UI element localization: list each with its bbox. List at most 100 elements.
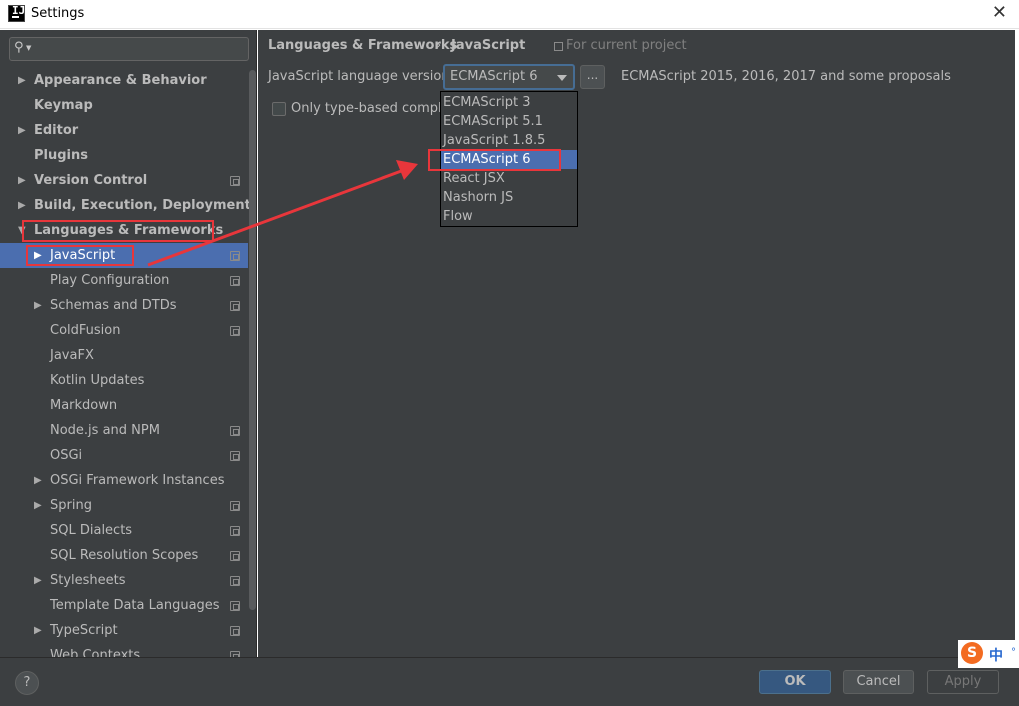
project-scope-icon bbox=[230, 526, 240, 536]
sidebar-item-sql-resolution-scopes[interactable]: SQL Resolution Scopes bbox=[0, 543, 248, 568]
chevron-down-icon bbox=[557, 75, 567, 81]
sidebar-item-label: Keymap bbox=[34, 98, 93, 113]
sidebar-item-label: Languages & Frameworks bbox=[34, 223, 224, 238]
tree-collapsed-icon[interactable]: ▶ bbox=[34, 468, 42, 493]
sidebar-item-stylesheets[interactable]: ▶ Stylesheets bbox=[0, 568, 248, 593]
project-scope-icon bbox=[230, 176, 240, 186]
sidebar-item-label: OSGi bbox=[50, 448, 83, 463]
sidebar-item-schemas-and-dtds[interactable]: ▶ Schemas and DTDs bbox=[0, 293, 248, 318]
sidebar-item-label: Kotlin Updates bbox=[50, 373, 145, 388]
help-button[interactable]: ? bbox=[15, 671, 39, 695]
language-version-select[interactable]: ECMAScript 6 bbox=[443, 64, 575, 90]
breadcrumb-parent: Languages & Frameworks bbox=[268, 38, 458, 53]
tree-collapsed-icon[interactable]: ▶ bbox=[34, 493, 42, 518]
sidebar-item-label: Markdown bbox=[50, 398, 118, 413]
sidebar-item-label: SQL Dialects bbox=[50, 523, 133, 538]
ime-mode-label: 中 bbox=[989, 648, 1003, 664]
settings-sidebar: ⚲ ▼ ▶ Appearance & Behavior Keymap ▶ Editor P… bbox=[0, 30, 257, 657]
tree-collapsed-icon[interactable]: ▶ bbox=[34, 243, 42, 268]
project-scope-icon bbox=[230, 326, 240, 336]
tree-expanded-icon[interactable]: ▼ bbox=[18, 218, 26, 243]
project-scope-icon bbox=[230, 426, 240, 436]
sidebar-item-markdown[interactable]: Markdown bbox=[0, 393, 248, 418]
search-icon: ⚲ bbox=[14, 40, 24, 55]
sidebar-item-label: Plugins bbox=[34, 148, 88, 163]
language-version-label: JavaScript language version bbox=[268, 69, 450, 84]
settings-tree: ▶ Appearance & Behavior Keymap ▶ Editor Plugi… bbox=[0, 68, 251, 657]
sidebar-item-kotlin-updates[interactable]: Kotlin Updates bbox=[0, 368, 248, 393]
sidebar-item-label: ColdFusion bbox=[50, 323, 121, 338]
sidebar-item-web-contexts[interactable]: Web Contexts bbox=[0, 643, 248, 657]
sidebar-item-spring[interactable]: ▶ Spring bbox=[0, 493, 248, 518]
sidebar-item-label: SQL Resolution Scopes bbox=[50, 548, 199, 563]
sidebar-item-version-control[interactable]: ▶ Version Control bbox=[0, 168, 248, 193]
project-scope-icon bbox=[230, 301, 240, 311]
sidebar-item-play-configuration[interactable]: Play Configuration bbox=[0, 268, 248, 293]
cancel-button[interactable]: Cancel bbox=[843, 670, 914, 694]
project-scope-icon bbox=[230, 451, 240, 461]
dropdown-option[interactable]: Nashorn JS bbox=[441, 188, 577, 207]
project-scope-icon bbox=[230, 501, 240, 511]
sidebar-item-coldfusion[interactable]: ColdFusion bbox=[0, 318, 248, 343]
sidebar-item-plugins[interactable]: Plugins bbox=[0, 143, 248, 168]
browse-libraries-button[interactable]: ... bbox=[580, 65, 605, 89]
apply-button[interactable]: Apply bbox=[927, 670, 999, 694]
sogou-logo-icon: S bbox=[961, 642, 983, 664]
sidebar-item-javafx[interactable]: JavaFX bbox=[0, 343, 248, 368]
only-type-based-checkbox[interactable] bbox=[272, 102, 286, 116]
sidebar-item-sql-dialects[interactable]: SQL Dialects bbox=[0, 518, 248, 543]
sidebar-item-label: JavaFX bbox=[50, 348, 94, 363]
tree-collapsed-icon[interactable]: ▶ bbox=[34, 568, 42, 593]
dropdown-option[interactable]: Flow bbox=[441, 207, 577, 226]
app-icon-bar bbox=[12, 16, 19, 18]
close-icon[interactable]: ✕ bbox=[992, 3, 1007, 23]
tree-collapsed-icon[interactable]: ▶ bbox=[18, 68, 26, 93]
sidebar-item-keymap[interactable]: Keymap bbox=[0, 93, 248, 118]
sidebar-item-label: Play Configuration bbox=[50, 273, 170, 288]
sidebar-item-languages-frameworks[interactable]: ▼ Languages & Frameworks bbox=[0, 218, 248, 243]
language-version-dropdown: ECMAScript 3 ECMAScript 5.1 JavaScript 1.8… bbox=[440, 91, 578, 227]
dialog-footer: ? OK Cancel Apply bbox=[0, 657, 1019, 706]
sidebar-item-label: TypeScript bbox=[50, 623, 118, 638]
tree-collapsed-icon[interactable]: ▶ bbox=[18, 118, 26, 143]
project-scope-icon bbox=[230, 601, 240, 611]
tree-collapsed-icon[interactable]: ▶ bbox=[34, 293, 42, 318]
project-scope-icon bbox=[230, 576, 240, 586]
sidebar-item-label: Template Data Languages bbox=[50, 598, 220, 613]
sidebar-item-javascript[interactable]: ▶ JavaScript bbox=[0, 243, 248, 268]
sidebar-item-label: Stylesheets bbox=[50, 573, 126, 588]
dropdown-option[interactable]: JavaScript 1.8.5 bbox=[441, 131, 577, 150]
project-scope-icon bbox=[230, 626, 240, 636]
sidebar-item-label: Node.js and NPM bbox=[50, 423, 160, 438]
sidebar-item-node-js-and-npm[interactable]: Node.js and NPM bbox=[0, 418, 248, 443]
tree-collapsed-icon[interactable]: ▶ bbox=[34, 618, 42, 643]
sidebar-item-appearance-behavior[interactable]: ▶ Appearance & Behavior bbox=[0, 68, 248, 93]
sidebar-item-label: JavaScript bbox=[50, 248, 116, 263]
sidebar-item-build-execution-deployment[interactable]: ▶ Build, Execution, Deployment bbox=[0, 193, 251, 218]
project-scope-icon bbox=[230, 551, 240, 561]
sidebar-item-label: Version Control bbox=[34, 173, 148, 188]
settings-content: Languages & Frameworks › JavaScript For … bbox=[258, 30, 1015, 657]
tree-collapsed-icon[interactable]: ▶ bbox=[18, 193, 26, 218]
sidebar-item-label: Schemas and DTDs bbox=[50, 298, 177, 313]
dropdown-option[interactable]: React JSX bbox=[441, 169, 577, 188]
breadcrumb-current: JavaScript bbox=[451, 38, 526, 53]
window-title: Settings bbox=[31, 6, 85, 21]
dropdown-option[interactable]: ECMAScript 5.1 bbox=[441, 112, 577, 131]
only-type-based-label[interactable]: Only type-based completi bbox=[291, 101, 458, 116]
dropdown-option[interactable]: ECMAScript 6 bbox=[441, 150, 577, 169]
tree-collapsed-icon[interactable]: ▶ bbox=[18, 168, 26, 193]
search-options-chevron-icon[interactable]: ▼ bbox=[26, 44, 31, 52]
breadcrumb-separator: › bbox=[436, 38, 442, 53]
sidebar-item-template-data-languages[interactable]: Template Data Languages bbox=[0, 593, 248, 618]
ok-button[interactable]: OK bbox=[759, 670, 831, 694]
sidebar-item-osgi-framework-instances[interactable]: ▶ OSGi Framework Instances bbox=[0, 468, 248, 493]
sidebar-scrollbar-thumb[interactable] bbox=[249, 70, 256, 610]
sidebar-item-typescript[interactable]: ▶ TypeScript bbox=[0, 618, 248, 643]
intellij-app-icon: IJ bbox=[8, 4, 25, 22]
search-input[interactable]: ⚲ ▼ bbox=[9, 37, 249, 61]
dropdown-option[interactable]: ECMAScript 3 bbox=[441, 93, 577, 112]
sidebar-item-editor[interactable]: ▶ Editor bbox=[0, 118, 248, 143]
ime-indicator[interactable]: S 中 ° bbox=[958, 640, 1019, 668]
sidebar-item-osgi[interactable]: OSGi bbox=[0, 443, 248, 468]
